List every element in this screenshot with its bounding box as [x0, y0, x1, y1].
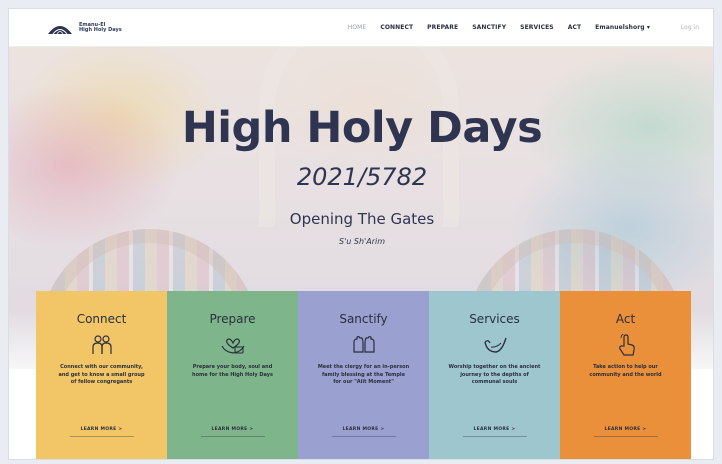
card-description: Take action to help our community and th… — [589, 364, 662, 378]
learn-more-link[interactable]: LEARN MORE > — [167, 427, 298, 437]
hero-year: 2021/5782 — [296, 163, 428, 191]
card-title: Services — [469, 312, 520, 326]
main-nav: HOME CONNECT PREPARE SANCTIFY SERVICES A… — [348, 24, 664, 31]
nav-sanctify[interactable]: SANCTIFY — [472, 24, 506, 31]
card-description: Connect with our community, and get to k… — [58, 364, 145, 385]
learn-more-link[interactable]: LEARN MORE > — [36, 427, 167, 437]
learn-more-link[interactable]: LEARN MORE > — [429, 427, 560, 437]
feature-cards: Connect Connect with our community, and … — [36, 291, 691, 459]
hero-subtitle: Opening The Gates — [289, 210, 435, 228]
login-link[interactable]: Log in — [681, 24, 699, 31]
hand-pointer-icon — [613, 334, 639, 356]
brand-subtitle: High Holy Days — [79, 26, 122, 33]
learn-more-link[interactable]: LEARN MORE > — [298, 427, 429, 437]
nav-services[interactable]: SERVICES — [520, 24, 554, 31]
heart-hands-icon — [220, 334, 246, 356]
hero-title: High Holy Days — [181, 103, 543, 153]
site-header: Emanu-El High Holy Days HOME CONNECT PRE… — [9, 9, 713, 47]
browser-page: Emanu-El High Holy Days HOME CONNECT PRE… — [8, 8, 714, 460]
people-icon — [89, 334, 115, 356]
card-title: Act — [615, 312, 636, 326]
card-description: Worship together on the ancient journey … — [448, 364, 541, 385]
nav-home[interactable]: HOME — [348, 24, 367, 31]
nav-prepare[interactable]: PREPARE — [427, 24, 458, 31]
card-sanctify[interactable]: Sanctify Meet the clergy for an in-perso… — [298, 291, 429, 459]
brand-logo-link[interactable]: Emanu-El High Holy Days — [47, 21, 122, 35]
card-description: Prepare your body, soul and home for the… — [192, 364, 273, 378]
card-act[interactable]: Act Take action to help our community an… — [560, 291, 691, 459]
card-title: Sanctify — [339, 312, 388, 326]
learn-more-link[interactable]: LEARN MORE > — [560, 427, 691, 437]
shofar-icon — [482, 334, 508, 356]
hero-hebrew-phrase: S'u Sh'Arim — [338, 237, 385, 246]
nav-site-dropdown[interactable]: Emanuelshorg ▾ — [595, 24, 650, 31]
card-connect[interactable]: Connect Connect with our community, and … — [36, 291, 167, 459]
card-prepare[interactable]: Prepare Prepare your body, soul and home… — [167, 291, 298, 459]
blessing-hands-icon — [351, 334, 377, 356]
nav-act[interactable]: ACT — [568, 24, 581, 31]
card-title: Prepare — [209, 312, 256, 326]
card-title: Connect — [76, 312, 127, 326]
nav-connect[interactable]: CONNECT — [380, 24, 413, 31]
card-services[interactable]: Services Worship together on the ancient… — [429, 291, 560, 459]
card-description: Meet the clergy for an in-person family … — [317, 364, 410, 385]
temple-logo-icon — [47, 21, 73, 35]
